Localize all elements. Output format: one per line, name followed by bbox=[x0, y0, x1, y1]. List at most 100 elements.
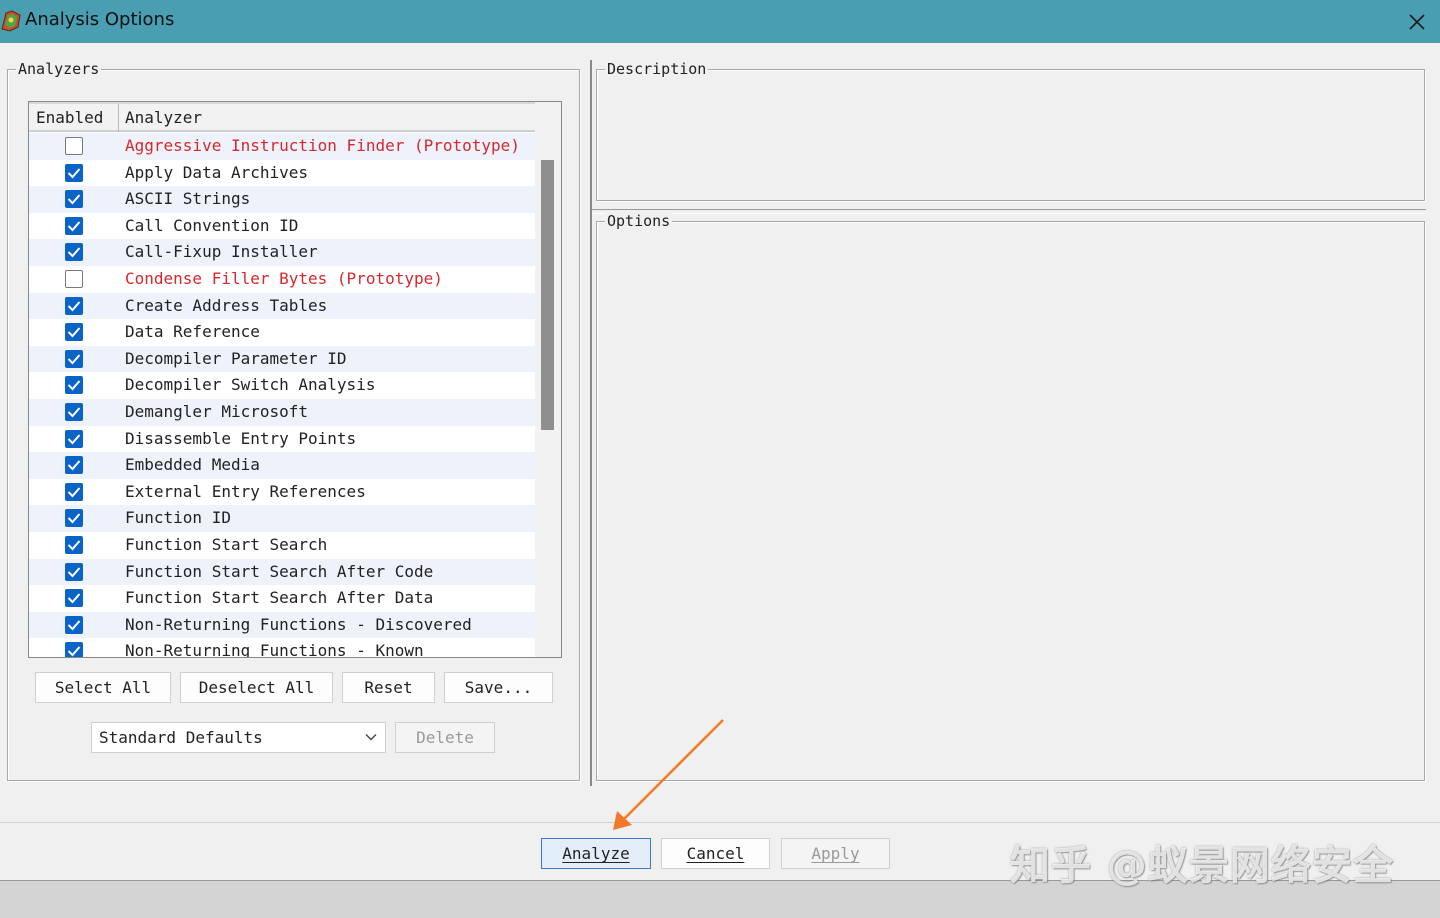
table-row[interactable]: External Entry References bbox=[29, 478, 535, 506]
enabled-checkbox[interactable] bbox=[65, 456, 83, 475]
analyzer-name: Condense Filler Bytes (Prototype) bbox=[125, 268, 443, 288]
checkmark-icon bbox=[67, 593, 81, 604]
analyzer-name: External Entry References bbox=[125, 481, 366, 501]
enabled-checkbox[interactable] bbox=[65, 216, 83, 235]
table-row[interactable]: Non-Returning Functions - Known bbox=[29, 638, 535, 658]
enabled-checkbox[interactable] bbox=[65, 615, 83, 634]
table-row[interactable]: ASCII Strings bbox=[29, 186, 535, 213]
checkmark-icon bbox=[67, 407, 81, 418]
analyze-button[interactable]: Analyze bbox=[541, 838, 651, 869]
table-row[interactable]: Function Start Search bbox=[29, 531, 535, 559]
app-icon bbox=[1, 10, 21, 32]
checkmark-icon bbox=[67, 646, 81, 657]
enabled-checkbox[interactable] bbox=[65, 429, 83, 448]
options-group-label: Options bbox=[605, 212, 673, 230]
checkmark-icon bbox=[67, 433, 81, 444]
table-row[interactable]: Call Convention ID bbox=[29, 212, 535, 240]
table-row[interactable]: Decompiler Parameter ID bbox=[29, 345, 535, 373]
cancel-button-label: Cancel bbox=[686, 844, 745, 863]
analyzer-name: Create Address Tables bbox=[125, 295, 328, 315]
analyzer-name: Decompiler Switch Analysis bbox=[125, 375, 376, 395]
analyzer-name: Decompiler Parameter ID bbox=[125, 348, 347, 368]
deselect-all-button[interactable]: Deselect All bbox=[180, 672, 333, 703]
table-row[interactable]: Aggressive Instruction Finder (Prototype… bbox=[29, 133, 535, 160]
table-row[interactable]: Function ID bbox=[29, 505, 535, 532]
table-row[interactable]: Apply Data Archives bbox=[29, 159, 535, 187]
enabled-checkbox[interactable] bbox=[65, 642, 83, 657]
table-row[interactable]: Embedded Media bbox=[29, 452, 535, 479]
table-row[interactable]: Condense Filler Bytes (Prototype) bbox=[29, 265, 535, 293]
cancel-button[interactable]: Cancel bbox=[661, 838, 770, 869]
analysis-options-dialog: Analysis Options Analyzers Enabled Analy… bbox=[0, 0, 1440, 889]
table-row[interactable]: Create Address Tables bbox=[29, 292, 535, 320]
checkmark-icon bbox=[67, 300, 81, 312]
enabled-checkbox[interactable] bbox=[65, 243, 83, 262]
close-button[interactable] bbox=[1394, 0, 1440, 43]
checkmark-icon bbox=[67, 513, 81, 524]
vertical-splitter[interactable] bbox=[590, 60, 592, 786]
analyzer-name: Demangler Microsoft bbox=[125, 401, 309, 421]
analyzer-name: Function Start Search bbox=[125, 534, 328, 554]
analyzer-name: Function ID bbox=[125, 508, 231, 528]
analyzer-name: Call-Fixup Installer bbox=[125, 242, 318, 262]
table-row[interactable]: Non-Returning Functions - Discovered bbox=[29, 611, 535, 639]
delete-button[interactable]: Delete bbox=[395, 722, 495, 753]
checkmark-icon bbox=[67, 566, 81, 577]
table-row[interactable]: Call-Fixup Installer bbox=[29, 239, 535, 266]
watermark-text: 知乎 @蚁景网络安全 bbox=[1010, 843, 1394, 889]
chevron-down-icon bbox=[365, 734, 377, 741]
reset-button[interactable]: Reset bbox=[342, 672, 435, 703]
column-header-enabled[interactable]: Enabled bbox=[36, 108, 103, 127]
analyzers-group-label: Analyzers bbox=[16, 60, 102, 78]
enabled-checkbox[interactable] bbox=[65, 562, 83, 581]
enabled-checkbox[interactable] bbox=[65, 376, 83, 395]
enabled-checkbox[interactable] bbox=[65, 589, 83, 608]
enabled-checkbox[interactable] bbox=[65, 535, 83, 554]
analyzer-name: ASCII Strings bbox=[125, 189, 251, 209]
vertical-scrollbar[interactable] bbox=[535, 102, 561, 657]
analyzers-table: Enabled Analyzer Aggressive Instruction … bbox=[28, 101, 562, 658]
checkmark-icon bbox=[67, 487, 81, 498]
checkmark-icon bbox=[67, 221, 81, 232]
table-row[interactable]: Function Start Search After Data bbox=[29, 585, 535, 612]
analyzer-name: Function Start Search After Data bbox=[125, 588, 434, 608]
analyzer-name: Apply Data Archives bbox=[125, 162, 309, 182]
horizontal-splitter[interactable] bbox=[592, 209, 1426, 214]
checkmark-icon bbox=[67, 540, 81, 551]
table-header: Enabled Analyzer bbox=[29, 102, 535, 132]
apply-button[interactable]: Apply bbox=[781, 838, 890, 869]
scrollbar-thumb[interactable] bbox=[541, 160, 554, 430]
checkmark-icon bbox=[67, 247, 81, 258]
enabled-checkbox[interactable] bbox=[65, 163, 83, 182]
enabled-checkbox[interactable] bbox=[65, 323, 83, 342]
enabled-checkbox[interactable] bbox=[65, 137, 83, 155]
enabled-checkbox[interactable] bbox=[65, 269, 83, 288]
title-bar[interactable]: Analysis Options bbox=[0, 0, 1440, 43]
checkmark-icon bbox=[67, 194, 81, 205]
table-row[interactable]: Demangler Microsoft bbox=[29, 398, 535, 426]
checkmark-icon bbox=[67, 167, 81, 179]
table-row[interactable]: Data Reference bbox=[29, 319, 535, 346]
enabled-checkbox[interactable] bbox=[65, 190, 83, 209]
profile-select[interactable]: Standard Defaults bbox=[91, 722, 386, 753]
table-row[interactable]: Function Start Search After Code bbox=[29, 558, 535, 586]
analyzer-name: Data Reference bbox=[125, 322, 260, 342]
annotation-arrow bbox=[613, 719, 724, 830]
window-title: Analysis Options bbox=[25, 9, 175, 30]
enabled-checkbox[interactable] bbox=[65, 402, 83, 421]
table-row[interactable]: Decompiler Switch Analysis bbox=[29, 372, 535, 399]
enabled-checkbox[interactable] bbox=[65, 482, 83, 501]
enabled-checkbox[interactable] bbox=[65, 509, 83, 528]
column-divider[interactable] bbox=[118, 104, 119, 132]
save-button[interactable]: Save... bbox=[444, 672, 553, 703]
analyzer-name: Non-Returning Functions - Known bbox=[125, 641, 424, 658]
options-group: Options bbox=[596, 212, 1425, 781]
checkmark-icon bbox=[67, 327, 81, 338]
column-header-analyzer[interactable]: Analyzer bbox=[125, 108, 202, 127]
close-icon bbox=[1409, 13, 1425, 30]
enabled-checkbox[interactable] bbox=[65, 349, 83, 368]
enabled-checkbox[interactable] bbox=[65, 296, 83, 315]
select-all-button[interactable]: Select All bbox=[35, 672, 171, 703]
analyzer-name: Function Start Search After Code bbox=[125, 561, 434, 581]
table-row[interactable]: Disassemble Entry Points bbox=[29, 425, 535, 453]
